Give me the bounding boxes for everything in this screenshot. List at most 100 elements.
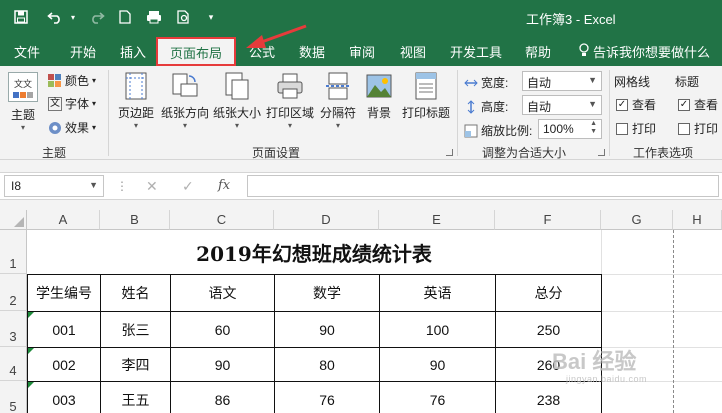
chevron-down-icon: ▼ xyxy=(89,180,98,190)
height-select[interactable]: 自动 ▼ xyxy=(522,95,602,115)
themes-button[interactable]: 文文 主题 ▾ xyxy=(6,68,40,132)
headings-print-checkbox[interactable]: 打印 xyxy=(678,120,718,137)
row-header-2[interactable]: 2 xyxy=(0,274,27,311)
header-cell-english[interactable]: 英语 xyxy=(379,274,496,312)
cell-student-id[interactable]: 002 xyxy=(27,347,101,382)
cell-math[interactable]: 90 xyxy=(274,311,380,348)
name-box[interactable]: I8 ▼ xyxy=(4,175,104,197)
row-header-3[interactable]: 3 xyxy=(0,311,27,347)
cell-chinese[interactable]: 60 xyxy=(170,311,275,348)
cancel-icon[interactable]: ✕ xyxy=(146,178,158,195)
header-cell-math[interactable]: 数学 xyxy=(274,274,380,312)
cell-math[interactable]: 76 xyxy=(274,381,380,413)
tell-me-box[interactable]: 告诉我你想要做什么 xyxy=(578,42,710,61)
background-button[interactable]: 背景 xyxy=(360,68,398,121)
formula-input[interactable] xyxy=(247,175,719,197)
width-select[interactable]: 自动 ▼ xyxy=(522,71,602,91)
column-header-f[interactable]: F xyxy=(495,210,601,230)
fonts-button[interactable]: 文 字体 ▾ xyxy=(48,95,96,112)
print-titles-button[interactable]: 打印标题 xyxy=(400,68,452,121)
tab-file[interactable]: 文件 xyxy=(14,42,40,61)
cell-english[interactable]: 76 xyxy=(379,381,496,413)
cell-total[interactable]: 250 xyxy=(495,311,602,348)
tab-page-layout[interactable]: 页面布局 xyxy=(156,37,237,66)
cell-name[interactable]: 王五 xyxy=(100,381,171,413)
column-header-e[interactable]: E xyxy=(379,210,495,230)
undo-icon[interactable] xyxy=(44,7,66,27)
column-header-c[interactable]: C xyxy=(170,210,274,230)
cell-english[interactable]: 100 xyxy=(379,311,496,348)
orientation-button[interactable]: 纸张方向 ▾ xyxy=(160,68,210,130)
height-label-row: 高度: xyxy=(464,98,508,115)
headings-print-label: 打印 xyxy=(694,122,719,136)
tab-view[interactable]: 视图 xyxy=(400,42,426,61)
headings-view-checkbox[interactable]: ✓ 查看 xyxy=(678,96,718,113)
redo-icon[interactable] xyxy=(86,7,108,27)
width-label-row: 宽度: xyxy=(464,74,508,91)
formula-bar: I8 ▼ ⋮ ✕ ✓ fx xyxy=(0,172,722,200)
tab-developer[interactable]: 开发工具 xyxy=(450,42,502,61)
formula-gap xyxy=(0,200,722,210)
column-header-a[interactable]: A xyxy=(27,210,100,230)
breaks-button[interactable]: 分隔符 ▾ xyxy=(318,68,358,130)
cell-student-id[interactable]: 003 xyxy=(27,381,101,413)
select-all-button[interactable] xyxy=(0,210,27,230)
cell-math[interactable]: 80 xyxy=(274,347,380,382)
undo-dropdown-icon[interactable]: ▾ xyxy=(68,7,78,27)
tab-home[interactable]: 开始 xyxy=(70,42,96,61)
gridlines-view-checkbox[interactable]: ✓ 查看 xyxy=(616,96,656,113)
column-header-g[interactable]: G xyxy=(601,210,673,230)
effects-button[interactable]: 效果 ▾ xyxy=(48,119,96,136)
column-header-h[interactable]: H xyxy=(673,210,722,230)
row-header-1[interactable]: 1 xyxy=(0,230,27,274)
scale-launcher-icon[interactable] xyxy=(598,149,605,156)
cell-english[interactable]: 90 xyxy=(379,347,496,382)
size-button[interactable]: 纸张大小 ▾ xyxy=(212,68,262,130)
tab-help[interactable]: 帮助 xyxy=(525,42,551,61)
effects-label: 效果 xyxy=(65,121,90,135)
cell-name[interactable]: 李四 xyxy=(100,347,171,382)
header-cell-chinese[interactable]: 语文 xyxy=(170,274,275,312)
table-header-row: 学生编号 姓名 语文 数学 英语 总分 xyxy=(27,274,602,312)
ribbon-separator xyxy=(609,70,610,156)
margins-button[interactable]: 页边距 ▾ xyxy=(114,68,158,130)
sheet-title-cell[interactable]: 2019年幻想班成绩统计表 xyxy=(27,230,601,274)
print-area-button[interactable]: 打印区域 ▾ xyxy=(264,68,316,130)
effects-icon xyxy=(48,121,62,135)
customize-toolbar-icon[interactable]: ▾ xyxy=(204,7,218,27)
error-indicator-icon xyxy=(28,382,34,388)
cell-student-id[interactable]: 001 xyxy=(27,311,101,348)
zoom-preview-icon[interactable] xyxy=(174,7,194,27)
new-file-icon[interactable] xyxy=(116,7,134,27)
page-setup-launcher-icon[interactable] xyxy=(446,149,453,156)
column-header-b[interactable]: B xyxy=(100,210,170,230)
chevron-down-icon: ▼ xyxy=(588,99,597,109)
gridlines-header: 网格线 xyxy=(614,75,651,89)
column-header-d[interactable]: D xyxy=(274,210,379,230)
colors-button[interactable]: 颜色 ▾ xyxy=(48,72,96,89)
more-options-icon[interactable]: ⋮ xyxy=(116,179,128,193)
print-preview-icon[interactable] xyxy=(144,7,164,27)
gridlines-print-checkbox[interactable]: 打印 xyxy=(616,120,656,137)
tab-review[interactable]: 审阅 xyxy=(349,42,375,61)
header-cell-name[interactable]: 姓名 xyxy=(100,274,171,312)
row-header-4[interactable]: 4 xyxy=(0,347,27,381)
cell-chinese[interactable]: 90 xyxy=(170,347,275,382)
header-cell-student-id[interactable]: 学生编号 xyxy=(27,274,101,312)
watermark-subtext: jingyan.baidu.com xyxy=(566,374,648,384)
enter-check-icon[interactable]: ✓ xyxy=(182,178,194,195)
color-palette-icon xyxy=(48,73,62,88)
spinner-arrows-icon[interactable]: ▲ ▼ xyxy=(590,120,597,136)
header-cell-total[interactable]: 总分 xyxy=(495,274,602,312)
cell-total[interactable]: 238 xyxy=(495,381,602,413)
insert-function-icon[interactable]: fx xyxy=(218,178,230,193)
tab-insert[interactable]: 插入 xyxy=(120,42,146,61)
cell-name[interactable]: 张三 xyxy=(100,311,171,348)
background-image-icon xyxy=(364,72,394,100)
tell-me-label: 告诉我你想要做什么 xyxy=(593,45,711,60)
print-area-icon xyxy=(275,72,305,100)
scale-spinner[interactable]: 100% ▲ ▼ xyxy=(538,119,602,139)
save-icon[interactable] xyxy=(12,7,30,27)
cell-chinese[interactable]: 86 xyxy=(170,381,275,413)
row-header-5[interactable]: 5 xyxy=(0,381,27,413)
